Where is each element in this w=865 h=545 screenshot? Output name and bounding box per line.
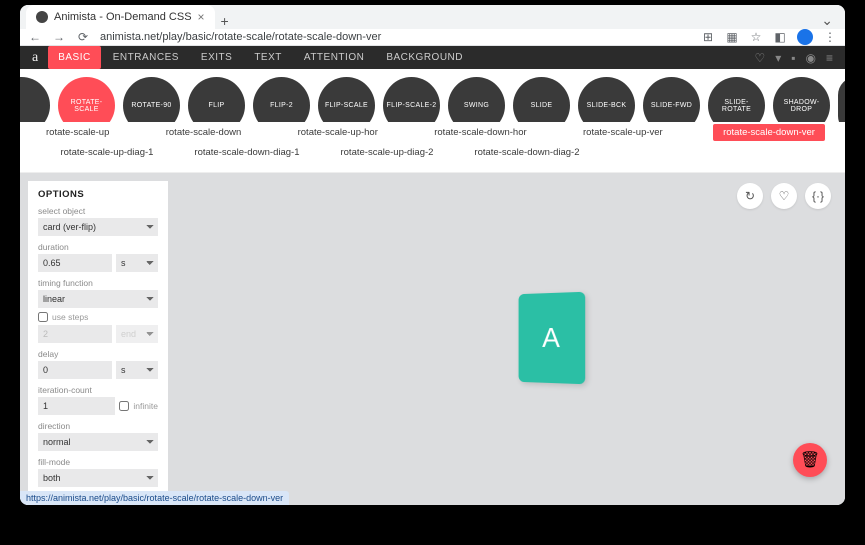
- preview-card: A: [519, 292, 586, 385]
- variant-rotate-scale-up-ver[interactable]: rotate-scale-up-ver: [577, 125, 669, 140]
- label-select-object: select object: [38, 206, 158, 216]
- favorite-icon[interactable]: ♡: [771, 183, 797, 209]
- nav-text[interactable]: TEXT: [244, 46, 292, 69]
- direction-select[interactable]: normal: [38, 433, 158, 451]
- category-flip-scale[interactable]: FLIP-SCALE: [318, 77, 375, 122]
- coffee-cup-icon: 🗑: [800, 450, 820, 470]
- code-icon[interactable]: {·}: [805, 183, 831, 209]
- variant-rotate-scale-down-hor[interactable]: rotate-scale-down-hor: [428, 125, 532, 140]
- category-scroll-right[interactable]: [838, 77, 845, 122]
- variant-rotate-scale-up[interactable]: rotate-scale-up: [40, 125, 115, 140]
- card-letter: A: [542, 322, 560, 354]
- favicon-icon: [36, 11, 48, 23]
- app-window: Animista - On-Demand CSS × + ⌄ ← → ⟳ ani…: [20, 5, 845, 505]
- duration-input[interactable]: [38, 254, 112, 272]
- variant-rotate-scale-down-diag-2[interactable]: rotate-scale-down-diag-2: [468, 145, 585, 160]
- browser-tab[interactable]: Animista - On-Demand CSS ×: [26, 5, 215, 29]
- delay-input[interactable]: [38, 361, 112, 379]
- forward-icon[interactable]: →: [52, 30, 66, 44]
- iteration-input[interactable]: [38, 397, 115, 415]
- app-logo[interactable]: a: [32, 50, 38, 66]
- category-scroll-left[interactable]: [20, 77, 50, 122]
- fillmode-select[interactable]: both: [38, 469, 158, 487]
- category-flip-2[interactable]: FLIP-2: [253, 77, 310, 122]
- variant-list: rotate-scale-uprotate-scale-downrotate-s…: [20, 122, 845, 173]
- category-slide[interactable]: SLIDE: [513, 77, 570, 122]
- variant-rotate-scale-up-diag-2[interactable]: rotate-scale-up-diag-2: [334, 145, 439, 160]
- browser-tabbar: Animista - On-Demand CSS × + ⌄: [20, 5, 845, 29]
- label-infinite: infinite: [133, 401, 158, 411]
- category-rotate-scale[interactable]: ROTATE-SCALE: [58, 77, 115, 122]
- animation-stage: ↻ ♡ {·} A 🗑: [176, 173, 845, 505]
- options-title: OPTIONS: [38, 189, 158, 200]
- nav-entrances[interactable]: ENTRANCES: [103, 46, 189, 69]
- variant-rotate-scale-down-diag-1[interactable]: rotate-scale-down-diag-1: [188, 145, 305, 160]
- label-fillmode: fill-mode: [38, 457, 158, 467]
- translate-icon[interactable]: ⊞: [701, 30, 715, 44]
- extension-icon[interactable]: ▦: [725, 30, 739, 44]
- label-delay: delay: [38, 349, 158, 359]
- tab-title: Animista - On-Demand CSS: [54, 11, 192, 23]
- category-slide-fwd[interactable]: SLIDE-FWD: [643, 77, 700, 122]
- nav-right: ♡ ▾ ▪ ◉ ≡: [754, 51, 833, 65]
- nav-attention[interactable]: ATTENTION: [294, 46, 374, 69]
- kebab-menu-icon[interactable]: ⋮: [823, 30, 837, 44]
- label-direction: direction: [38, 421, 158, 431]
- variant-rotate-scale-down[interactable]: rotate-scale-down: [160, 125, 248, 140]
- main-area: OPTIONS select object card (ver-flip) du…: [20, 173, 845, 505]
- category-slide-bck[interactable]: SLIDE-BCK: [578, 77, 635, 122]
- back-icon[interactable]: ←: [28, 30, 42, 44]
- close-tab-icon[interactable]: ×: [198, 10, 205, 24]
- nav-exits[interactable]: EXITS: [191, 46, 242, 69]
- star-icon[interactable]: ☆: [749, 30, 763, 44]
- window-minimize-icon[interactable]: ⌄: [821, 12, 839, 29]
- steps-pos-select: end: [116, 325, 158, 343]
- category-slide-rotate[interactable]: SLIDE-ROTATE: [708, 77, 765, 122]
- steps-count-input: [38, 325, 112, 343]
- variant-rotate-scale-up-hor[interactable]: rotate-scale-up-hor: [292, 125, 384, 140]
- panel-icon[interactable]: ◧: [773, 30, 787, 44]
- variant-rotate-scale-down-ver[interactable]: rotate-scale-down-ver: [713, 124, 825, 141]
- status-bar: https://animista.net/play/basic/rotate-s…: [20, 491, 289, 505]
- category-swing[interactable]: SWING: [448, 77, 505, 122]
- heart-icon[interactable]: ♡: [754, 51, 765, 65]
- browser-address-bar: ← → ⟳ animista.net/play/basic/rotate-sca…: [20, 29, 845, 46]
- category-flip[interactable]: FLIP: [188, 77, 245, 122]
- filter-icon[interactable]: ▾: [775, 51, 781, 65]
- label-timing: timing function: [38, 278, 158, 288]
- nav-basic[interactable]: BASIC: [48, 46, 101, 69]
- url-field[interactable]: animista.net/play/basic/rotate-scale/rot…: [100, 31, 691, 43]
- profile-avatar-icon[interactable]: [797, 29, 813, 45]
- label-iteration: iteration-count: [38, 385, 158, 395]
- category-shadow-drop[interactable]: SHADOW-DROP: [773, 77, 830, 122]
- category-row: ROTATE-SCALEROTATE-90FLIPFLIP-2FLIP-SCAL…: [20, 69, 845, 122]
- buy-coffee-button[interactable]: 🗑: [793, 443, 827, 477]
- user-icon[interactable]: ◉: [806, 51, 816, 65]
- nav-background[interactable]: BACKGROUND: [376, 46, 473, 69]
- use-steps-checkbox[interactable]: [38, 312, 48, 322]
- options-panel: OPTIONS select object card (ver-flip) du…: [28, 181, 168, 497]
- category-rotate-90[interactable]: ROTATE-90: [123, 77, 180, 122]
- new-tab-button[interactable]: +: [215, 13, 235, 29]
- category-flip-scale-2[interactable]: FLIP-SCALE-2: [383, 77, 440, 122]
- timing-function-select[interactable]: linear: [38, 290, 158, 308]
- menu-icon[interactable]: ≡: [826, 51, 833, 65]
- label-use-steps: use steps: [52, 312, 88, 322]
- delay-unit[interactable]: s: [116, 361, 158, 379]
- bell-icon[interactable]: ▪: [791, 51, 795, 65]
- replay-icon[interactable]: ↻: [737, 183, 763, 209]
- infinite-checkbox[interactable]: [119, 401, 129, 411]
- variant-rotate-scale-up-diag-1[interactable]: rotate-scale-up-diag-1: [54, 145, 159, 160]
- label-duration: duration: [38, 242, 158, 252]
- duration-unit[interactable]: s: [116, 254, 158, 272]
- select-object[interactable]: card (ver-flip): [38, 218, 158, 236]
- reload-icon[interactable]: ⟳: [76, 30, 90, 44]
- app-nav: a BASICENTRANCESEXITSTEXTATTENTIONBACKGR…: [20, 46, 845, 69]
